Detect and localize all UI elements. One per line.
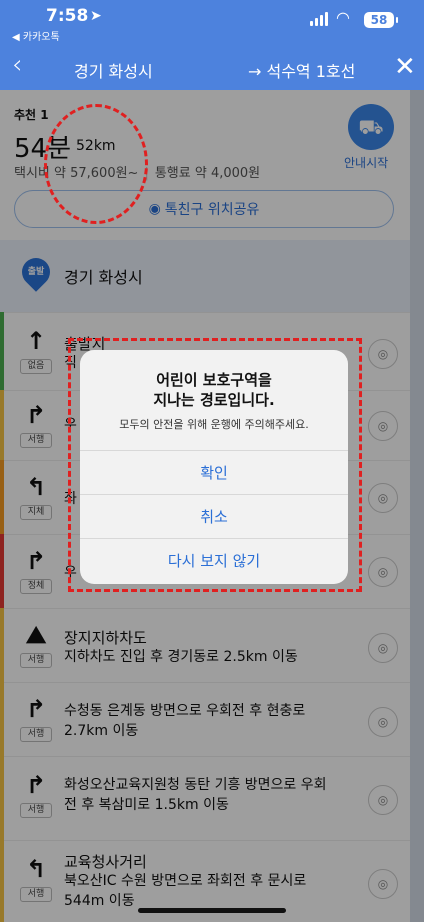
destination-label[interactable]: → 석수역 1호선 [248, 58, 355, 82]
battery-icon: 58 [364, 12, 398, 28]
origin-label[interactable]: 경기 화성시 [74, 58, 153, 82]
annotation-circle [44, 104, 148, 224]
status-bar: 7:58 ➤ ◀ 카카오톡 ◠ 58 [0, 0, 424, 44]
close-icon[interactable]: ✕ [394, 52, 416, 82]
back-to-app-link[interactable]: ◀ 카카오톡 [12, 28, 60, 43]
location-arrow-icon: ➤ [90, 8, 102, 24]
home-indicator[interactable] [138, 908, 286, 913]
back-icon[interactable]: ‹ [12, 50, 22, 80]
status-time: 7:58 [46, 6, 89, 26]
annotation-box [68, 338, 362, 592]
route-header: ‹ 경기 화성시 → 석수역 1호선 ✕ [0, 44, 424, 90]
signal-icon [310, 12, 328, 26]
wifi-icon: ◠ [336, 8, 350, 27]
